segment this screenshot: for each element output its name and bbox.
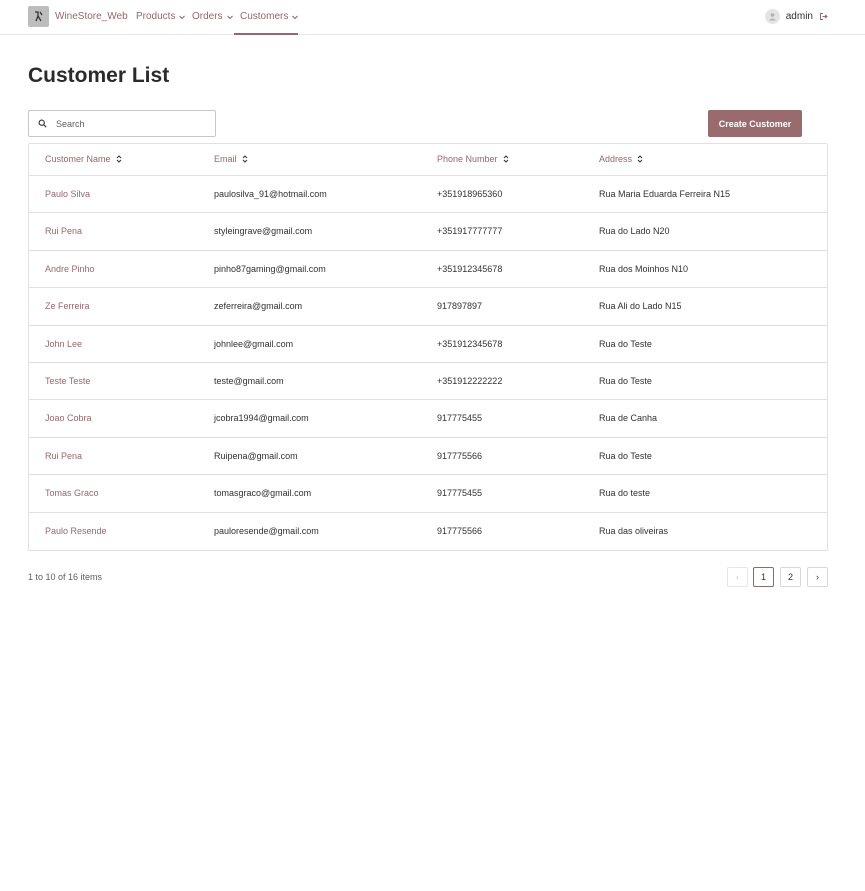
- search-box[interactable]: [28, 110, 216, 137]
- column-header-customer-name[interactable]: Customer Name: [45, 154, 122, 164]
- table-row: John Lee johnlee@gmail.com +351912345678…: [29, 326, 827, 363]
- address-cell: Rua das oliveiras: [599, 525, 669, 536]
- phone-cell: 917775566: [437, 525, 483, 536]
- phone-cell: 917775455: [437, 488, 483, 499]
- nav-customers[interactable]: Customers: [240, 11, 299, 22]
- column-header-email[interactable]: Email: [214, 154, 248, 164]
- address-cell: Rua Ali do Lado N15: [599, 301, 682, 312]
- email-cell: zeferreira@gmail.com: [214, 301, 303, 312]
- search-icon: [38, 119, 47, 128]
- column-header-phone-number[interactable]: Phone Number: [437, 154, 509, 164]
- phone-cell: +351912345678: [437, 338, 503, 349]
- chevron-down-icon: [179, 15, 186, 19]
- customer-name-link[interactable]: Andre Pinho: [45, 264, 95, 274]
- pagination-page-1[interactable]: 1: [753, 567, 774, 587]
- email-cell: styleingrave@gmail.com: [214, 226, 313, 237]
- phone-cell: 917897897: [437, 301, 483, 312]
- table-row: Andre Pinho pinho87gaming@gmail.com +351…: [29, 251, 827, 289]
- nav-products[interactable]: Products: [136, 11, 186, 22]
- top-navbar: WineStore_Web Products Orders Customers …: [0, 0, 865, 35]
- email-cell: jcobra1994@gmail.com: [214, 413, 309, 424]
- email-cell: pauloresende@gmail.com: [214, 525, 319, 536]
- pagination-next-button[interactable]: ›: [807, 567, 828, 587]
- customer-name-link[interactable]: Paulo Resende: [45, 526, 107, 536]
- email-cell: johnlee@gmail.com: [214, 338, 294, 349]
- table-row: Teste Teste teste@gmail.com +35191222222…: [29, 363, 827, 401]
- table-header: Customer Name Email Phone Number Address: [29, 144, 827, 176]
- sign-out-icon[interactable]: [819, 12, 828, 21]
- brand-link[interactable]: WineStore_Web: [55, 11, 128, 22]
- nav-orders[interactable]: Orders: [192, 11, 234, 22]
- table-row: Rui Pena styleingrave@gmail.com +3519177…: [29, 213, 827, 251]
- customer-table: Customer Name Email Phone Number Address…: [28, 143, 828, 551]
- user-name: admin: [785, 11, 813, 22]
- table-row: Paulo Silva paulosilva_91@hotmail.com +3…: [29, 176, 827, 214]
- column-header-label: Customer Name: [45, 154, 111, 164]
- customer-name-link[interactable]: Tomas Graco: [45, 488, 99, 498]
- customer-name-link[interactable]: Rui Pena: [45, 451, 82, 461]
- address-cell: Rua do Teste: [599, 450, 652, 461]
- address-cell: Rua do teste: [599, 488, 651, 499]
- column-header-label: Address: [599, 154, 633, 164]
- address-cell: Rua dos Moinhos N10: [599, 263, 689, 274]
- sort-icon: [637, 155, 643, 163]
- customer-name-link[interactable]: Ze Ferreira: [45, 301, 90, 311]
- user-menu[interactable]: admin: [764, 9, 828, 24]
- phone-cell: +351918965360: [437, 189, 503, 199]
- sort-icon: [503, 155, 508, 163]
- sort-icon: [116, 155, 121, 163]
- email-cell: Ruipena@gmail.com: [214, 450, 298, 461]
- pagination-prev-button[interactable]: ‹: [727, 567, 748, 587]
- chevron-down-icon: [292, 15, 299, 19]
- address-cell: Rua Maria Eduarda Ferreira N15: [599, 189, 731, 199]
- user-icon: [768, 13, 776, 21]
- address-cell: Rua do Teste: [599, 338, 652, 349]
- email-cell: paulosilva_91@hotmail.com: [214, 189, 327, 199]
- chevron-left-icon: ‹: [736, 572, 739, 582]
- address-cell: Rua de Canha: [599, 413, 658, 424]
- table-row: Paulo Resende pauloresende@gmail.com 917…: [29, 513, 827, 550]
- phone-cell: 917775566: [437, 450, 483, 461]
- sort-icon: [242, 155, 247, 163]
- phone-cell: +351912222222: [437, 376, 503, 386]
- phone-cell: 917775455: [437, 413, 483, 424]
- avatar: [764, 9, 780, 24]
- chevron-down-icon: [226, 15, 233, 19]
- customer-name-link[interactable]: John Lee: [45, 339, 82, 349]
- email-cell: tomasgraco@gmail.com: [214, 488, 312, 499]
- table-row: Tomas Graco tomasgraco@gmail.com 9177754…: [29, 475, 827, 513]
- column-header-address[interactable]: Address: [599, 154, 643, 164]
- email-cell: teste@gmail.com: [214, 376, 284, 386]
- phone-cell: +351917777777: [437, 226, 503, 237]
- pagination-page-2[interactable]: 2: [780, 567, 801, 587]
- page-title: Customer List: [28, 64, 170, 87]
- nav-customers-label: Customers: [240, 11, 289, 22]
- address-cell: Rua do Lado N20: [599, 226, 670, 237]
- table-row: Ze Ferreira zeferreira@gmail.com 9178978…: [29, 288, 827, 326]
- customer-name-link[interactable]: Teste Teste: [45, 376, 90, 386]
- app-logo-icon[interactable]: [28, 6, 49, 27]
- search-input[interactable]: [56, 118, 206, 129]
- email-cell: pinho87gaming@gmail.com: [214, 263, 326, 274]
- nav-orders-label: Orders: [192, 11, 223, 22]
- column-header-label: Phone Number: [437, 154, 498, 164]
- nav-active-indicator: [234, 33, 298, 35]
- chevron-right-icon: ›: [816, 572, 819, 582]
- customer-name-link[interactable]: Paulo Silva: [45, 189, 90, 199]
- column-header-label: Email: [214, 154, 237, 164]
- phone-cell: +351912345678: [437, 263, 503, 274]
- table-row: Rui Pena Ruipena@gmail.com 917775566 Rua…: [29, 438, 827, 476]
- customer-name-link[interactable]: Rui Pena: [45, 226, 82, 236]
- address-cell: Rua do Teste: [599, 376, 652, 386]
- items-count: 1 to 10 of 16 items: [28, 572, 103, 582]
- table-row: Joao Cobra jcobra1994@gmail.com 91777545…: [29, 400, 827, 438]
- nav-products-label: Products: [136, 11, 176, 22]
- create-customer-button[interactable]: Create Customer: [708, 110, 802, 137]
- customer-name-link[interactable]: Joao Cobra: [45, 413, 92, 423]
